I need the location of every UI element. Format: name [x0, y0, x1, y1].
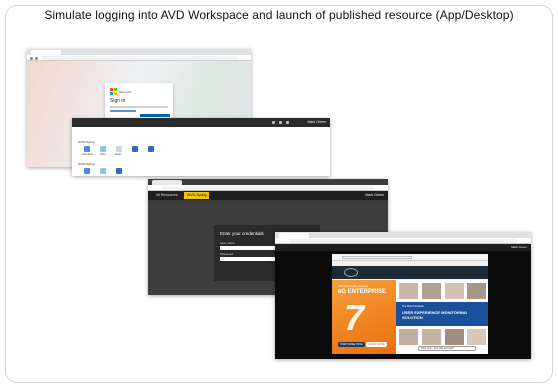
remote-url-field[interactable]: [342, 256, 412, 259]
person-photo: [398, 328, 419, 346]
start-trial-button[interactable]: START FREE TRIAL: [338, 342, 366, 347]
settings-icon[interactable]: [272, 121, 275, 124]
paint-icon[interactable]: [100, 168, 106, 174]
calculator-icon[interactable]: [84, 146, 90, 152]
person-photo: [444, 328, 465, 346]
user-menu[interactable]: Mark Green: [366, 193, 384, 197]
person-photo: [466, 328, 487, 346]
desktop-icon[interactable]: [116, 168, 122, 174]
remote-desktop-icon[interactable]: [132, 146, 138, 152]
workspace-top-bar: Mark Green: [72, 118, 330, 127]
banner-subtitle: The Most Complete: [402, 305, 424, 308]
username-field[interactable]: [220, 246, 280, 250]
signin-link[interactable]: [110, 110, 136, 112]
eg-logo-icon[interactable]: [344, 268, 358, 277]
workspace-browser-window: Mark Green WVD-Spring Calculator Paint N…: [72, 118, 330, 176]
site-navigation: [332, 266, 488, 279]
web-client-top-bar: Mark Green: [275, 244, 531, 251]
tab-workspace[interactable]: WVD-Spring: [184, 192, 210, 199]
page-heading: Simulate logging into AVD Workspace and …: [44, 8, 514, 22]
hero-promo: Introducing the Almost eG ENTERPRISE 7 S…: [332, 280, 396, 354]
notes-icon[interactable]: [116, 146, 122, 152]
workspace-group-1: WVD-Spring: [78, 140, 95, 144]
person-photo: [444, 282, 465, 300]
signin-title: Sign in: [110, 98, 126, 104]
remote-address-bar[interactable]: [332, 254, 488, 261]
microsoft-brand-label: Microsoft: [119, 89, 132, 94]
url-field[interactable]: [289, 239, 517, 243]
tab-all-resources[interactable]: All Resources: [156, 193, 178, 197]
person-photo: [421, 282, 442, 300]
web-client-top-bar: All Resources WVD-Spring Mark Green: [148, 191, 388, 200]
chat-widget[interactable]: Chat now - how can we help?: [418, 346, 476, 351]
calculator-icon[interactable]: [84, 168, 90, 174]
microsoft-logo-icon: [110, 88, 117, 95]
microsoft-logo: Microsoft: [110, 88, 168, 95]
paint-icon[interactable]: [100, 146, 106, 152]
hero-tagline: Introducing the Almost: [338, 284, 368, 288]
person-photo: [421, 328, 442, 346]
back-icon[interactable]: [30, 57, 33, 60]
user-menu[interactable]: Mark Green: [511, 245, 527, 249]
help-icon[interactable]: [286, 121, 289, 124]
person-photo: [398, 282, 419, 300]
next-button[interactable]: [140, 114, 170, 117]
url-field[interactable]: [162, 186, 374, 190]
banner-title: USER EXPERIENCE MONITORING SOLUTION: [402, 310, 468, 320]
hero-brand: eG ENTERPRISE: [338, 289, 387, 295]
email-field[interactable]: [110, 106, 168, 108]
version-seven-graphic: 7: [344, 297, 365, 338]
remote-browser-window: Introducing the Almost eG ENTERPRISE 7 S…: [332, 254, 488, 354]
remote-app-browser-window: Mark Green Introducing the Almost eG ENT…: [275, 232, 531, 359]
password-field[interactable]: [220, 257, 280, 261]
workspace-group-2: WVD-Spring: [78, 162, 95, 166]
remote-desktop-icon[interactable]: [148, 146, 154, 152]
hero-section: Introducing the Almost eG ENTERPRISE 7 S…: [332, 280, 488, 354]
promo-banner: The Most Complete USER EXPERIENCE MONITO…: [396, 302, 488, 326]
app-label: Notes: [115, 153, 122, 156]
download-icon[interactable]: [279, 121, 282, 124]
app-label: Paint: [100, 153, 106, 156]
person-photo: [466, 282, 487, 300]
url-field[interactable]: [41, 56, 237, 60]
forward-icon[interactable]: [35, 57, 38, 60]
app-label: Calculator: [82, 153, 94, 156]
learn-more-button[interactable]: LEARN MORE: [366, 342, 387, 347]
user-menu[interactable]: Mark Green: [308, 120, 326, 124]
